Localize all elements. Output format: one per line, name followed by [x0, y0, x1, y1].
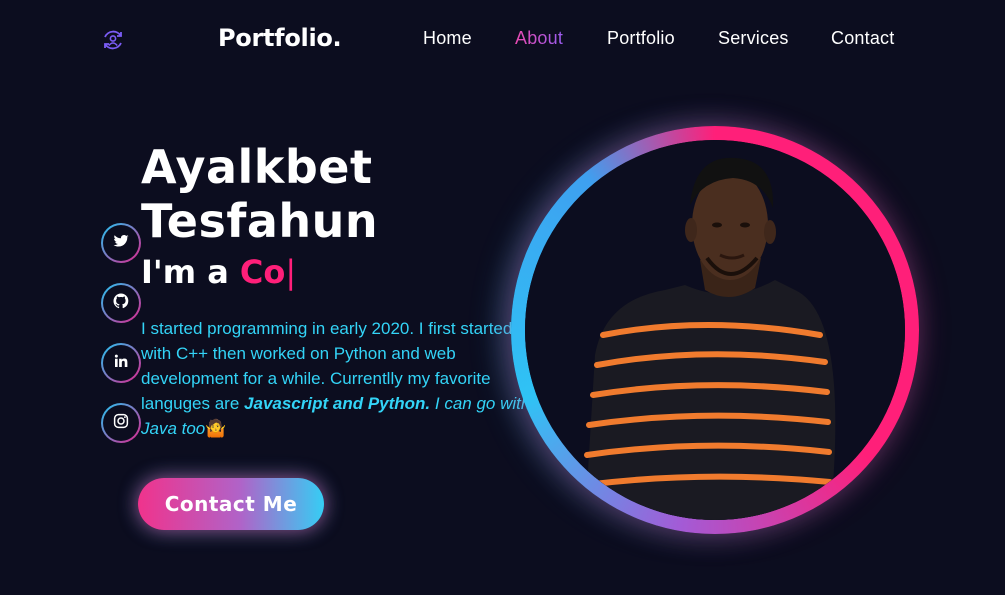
instagram-icon: [112, 412, 130, 434]
linkedin-icon: [112, 352, 130, 374]
role-typing-line: I'm a Co|: [141, 253, 296, 291]
github-icon: [112, 292, 130, 314]
nav-link-home[interactable]: Home: [423, 28, 472, 49]
nav-link-services[interactable]: Services: [718, 28, 789, 49]
instagram-link[interactable]: [101, 403, 141, 443]
contact-me-button[interactable]: Contact Me: [138, 478, 324, 530]
role-prefix: I'm a: [141, 253, 229, 291]
typing-caret: |: [285, 253, 297, 291]
hero-first-name: Ayalkbet: [141, 140, 373, 194]
bio-paragraph: I started programming in early 2020. I f…: [141, 316, 531, 441]
nav-link-about[interactable]: About: [515, 28, 563, 49]
bio-languages: Javascript and Python.: [244, 394, 431, 413]
twitter-icon: [112, 232, 130, 254]
role-typed-text: Co: [239, 253, 286, 291]
main-nav: Home About Portfolio Services Contact: [0, 28, 1005, 54]
twitter-link[interactable]: [101, 223, 141, 263]
github-link[interactable]: [101, 283, 141, 323]
hero-last-name: Tesfahun: [141, 194, 379, 248]
portfolio-page: Portfolio. Home About Portfolio Services…: [0, 0, 1005, 595]
profile-photo: [525, 140, 905, 520]
hero-name: Ayalkbet Tesfahun: [141, 140, 378, 248]
nav-link-portfolio[interactable]: Portfolio: [607, 28, 675, 49]
linkedin-link[interactable]: [101, 343, 141, 383]
shrug-emoji: 🤷: [205, 419, 227, 438]
nav-link-contact[interactable]: Contact: [831, 28, 894, 49]
